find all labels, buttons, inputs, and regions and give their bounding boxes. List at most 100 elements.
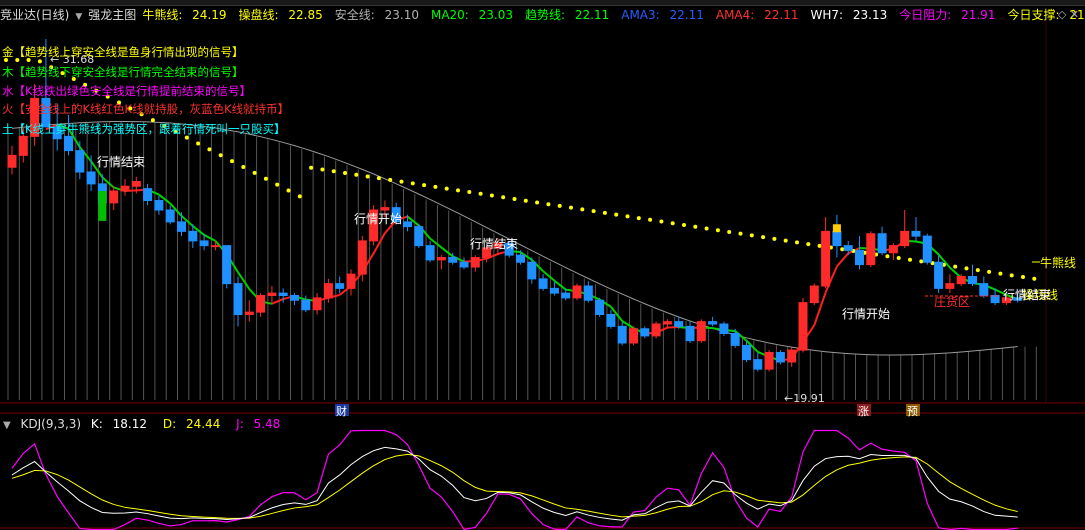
legend-line-4: 土【K线上穿牛熊线为强势区，跟着行情死叫一只股买】: [2, 121, 286, 137]
legend-text: 【K线上穿牛熊线为强势区，跟着行情死叫一只股买】: [13, 122, 286, 136]
candle-body: [188, 230, 198, 242]
legend-line-3: 火【安全线上的K线红色K线就持股，灰蓝色K线就持币】: [2, 101, 289, 117]
candle-body: [312, 297, 322, 311]
bull-bear-dot: [625, 214, 630, 219]
candle-body: [7, 154, 17, 168]
bull-bear-dot: [422, 183, 427, 188]
bull-bear-dot: [840, 247, 845, 252]
candle-body-green: [98, 191, 107, 221]
bull-bear-dot: [297, 194, 302, 199]
candle-body: [809, 285, 819, 304]
bull-bear-dot: [569, 205, 573, 210]
candle-body: [877, 233, 887, 254]
candle-body: [131, 181, 141, 187]
candle-body: [436, 257, 446, 261]
candle-body: [640, 328, 650, 337]
bull-bear-dot: [557, 203, 562, 208]
candle-body: [301, 299, 311, 311]
bull-bear-dot: [817, 243, 822, 248]
signal-label: 行情结束: [1003, 288, 1051, 302]
trend-line-segment: [440, 246, 454, 258]
bull-bear-dot: [670, 221, 675, 226]
candle-body: [154, 200, 164, 211]
bull-bear-dot: [399, 179, 404, 184]
bull-bear-dot: [919, 259, 924, 264]
bull-bear-dot: [636, 216, 641, 221]
candle-body: [143, 188, 153, 201]
collapse-icon[interactable]: ▼: [3, 420, 11, 431]
bull-bear-dot: [241, 165, 246, 170]
legend-line-1: 木【趋势线下穿安全线是行情完全结束的信号】: [2, 64, 244, 80]
bull-bear-dot: [467, 190, 472, 195]
signal-label: 行情结束: [470, 237, 518, 251]
bull-bear-dot: [885, 254, 890, 259]
candle-body: [866, 233, 876, 266]
bull-bear-dot: [512, 196, 517, 201]
candle-body: [222, 245, 232, 285]
candle-body: [979, 283, 989, 296]
bull-bear-dot: [795, 240, 799, 245]
candle-body: [516, 254, 525, 263]
candle-body: [199, 240, 209, 247]
kdj-d-label: D: 24.44: [162, 417, 221, 431]
bull-bear-dot: [207, 147, 212, 152]
candle-body: [696, 321, 706, 342]
candle-body: [177, 221, 186, 232]
bull-bear-dot: [478, 191, 483, 196]
marker-label: 财: [336, 404, 347, 418]
kdj-k-line: [11, 446, 1018, 521]
legend-text: 【趋势线上穿安全线是鱼身行情出现的信号】: [13, 45, 244, 59]
bull-bear-dot: [1032, 276, 1037, 281]
candle-body: [662, 321, 672, 325]
candle-body: [629, 328, 638, 344]
trend-line-segment: [667, 325, 679, 329]
bull-bear-dot: [456, 188, 460, 193]
kdj-j-value: 5.48: [253, 417, 281, 431]
candle-body: [267, 292, 277, 296]
candle-body: [120, 185, 130, 192]
candle-body: [18, 135, 28, 156]
candle-body: [730, 333, 740, 346]
bull-bear-label: 牛熊线: [1040, 255, 1076, 270]
candle-body: [674, 321, 684, 327]
bull-bear-dot: [749, 233, 754, 238]
bull-bear-dot: [320, 167, 325, 172]
bull-bear-dot: [704, 226, 709, 231]
bull-bear-dot: [263, 176, 268, 181]
candle-body: [459, 261, 469, 268]
trend-line-segment: [836, 252, 849, 268]
candle-body: [888, 245, 898, 254]
bull-bear-dot: [953, 264, 958, 269]
candle-body: [549, 287, 559, 294]
low-price-label: ←19.91: [784, 392, 825, 405]
bull-bear-dot: [501, 195, 506, 200]
candle-body: [357, 240, 367, 275]
bull-bear-dot: [286, 188, 291, 193]
bull-bear-dot: [230, 159, 234, 164]
bull-bear-dot: [218, 153, 223, 158]
bull-bear-dot: [693, 224, 698, 229]
candle-body: [617, 325, 627, 344]
candle-body: [165, 209, 175, 223]
candle-body: [956, 276, 966, 285]
candle-body: [900, 230, 910, 247]
bull-bear-dot: [896, 255, 901, 260]
bull-bear-dot: [343, 170, 347, 175]
bull-bear-dot: [376, 176, 381, 181]
kdj-j-line: [11, 429, 1018, 530]
bull-bear-dot: [433, 184, 438, 189]
candle-body: [787, 349, 797, 363]
kdj-j-label: J: 5.48: [236, 417, 281, 431]
candle-body: [448, 257, 458, 263]
candle-body: [538, 278, 548, 289]
legend-text: 【安全线上的K线红色K线就持股，灰蓝色K线就持币】: [13, 102, 290, 116]
bull-bear-dot: [275, 182, 280, 187]
marker-label: 预: [907, 405, 918, 418]
kdj-k-label: K: 18.12: [90, 417, 148, 431]
signal-label: 行情结束: [97, 155, 145, 169]
bull-bear-dot: [331, 169, 336, 174]
candle-body: [922, 235, 932, 263]
bull-bear-dot: [806, 242, 811, 247]
legend-prefix: 水: [2, 84, 14, 98]
candle-body: [968, 276, 977, 285]
